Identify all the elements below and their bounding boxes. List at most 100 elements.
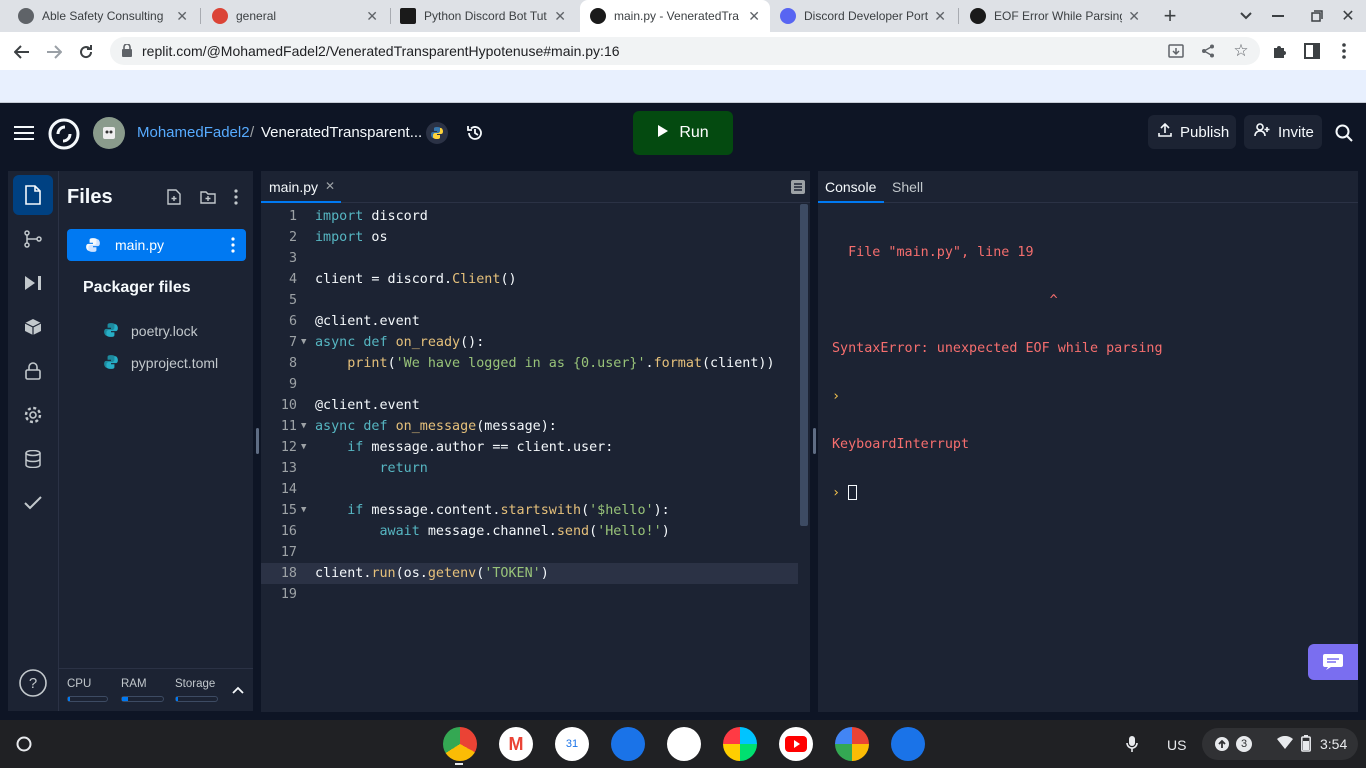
new-file-icon[interactable]	[165, 188, 183, 206]
browser-tab[interactable]: general ✕	[202, 0, 388, 32]
tab-console[interactable]: Console	[818, 171, 884, 203]
run-button[interactable]: Run	[633, 111, 733, 155]
meet-app-icon[interactable]	[667, 727, 701, 761]
console-prompt[interactable]: ›	[832, 485, 1163, 502]
code-line[interactable]: 7 ▼ async def on_ready():	[261, 332, 798, 353]
help-icon[interactable]: ?	[13, 663, 53, 703]
editor-scrollbar[interactable]	[800, 204, 808, 526]
launcher-icon[interactable]	[12, 734, 36, 754]
browser-tab[interactable]: Discord Developer Porta ✕	[770, 0, 956, 32]
code-area[interactable]: 1 import discord 2 import os 3 4 client = disc…	[261, 206, 801, 606]
browser-menu-icon[interactable]	[1334, 41, 1354, 61]
gmail-app-icon[interactable]: M	[499, 727, 533, 761]
files-app-icon[interactable]	[611, 727, 645, 761]
close-icon[interactable]: ✕	[325, 179, 335, 193]
back-icon[interactable]	[10, 40, 34, 64]
files-menu-icon[interactable]	[227, 188, 245, 206]
database-icon[interactable]	[13, 439, 53, 479]
fold-arrow-icon[interactable]: ▼	[301, 416, 306, 437]
hamburger-menu-icon[interactable]	[12, 123, 36, 143]
photos-app-icon[interactable]	[835, 727, 869, 761]
minimize-icon[interactable]	[1268, 6, 1288, 26]
history-icon[interactable]	[464, 122, 486, 144]
code-line[interactable]: 5	[261, 290, 798, 311]
share-icon[interactable]	[1198, 41, 1218, 61]
code-line[interactable]: 18 client.run(os.getenv('TOKEN')	[261, 563, 798, 584]
code-line[interactable]: 17	[261, 542, 798, 563]
invite-button[interactable]: Invite	[1244, 115, 1322, 149]
packages-icon[interactable]	[13, 307, 53, 347]
tab-shell[interactable]: Shell	[884, 171, 934, 203]
install-app-icon[interactable]	[1166, 41, 1186, 61]
editor-tab-main-py[interactable]: main.py ✕	[261, 171, 341, 203]
close-icon[interactable]: ✕	[366, 8, 378, 25]
extensions-icon[interactable]	[1270, 41, 1290, 61]
calendar-app-icon[interactable]: 31	[555, 727, 589, 761]
code-line[interactable]: 11 ▼ async def on_message(message):	[261, 416, 798, 437]
code-line[interactable]: 1 import discord	[261, 206, 798, 227]
new-tab-button[interactable]: +	[1158, 3, 1182, 28]
chevron-up-icon[interactable]	[231, 683, 245, 697]
search-icon[interactable]	[1334, 123, 1354, 143]
file-menu-icon[interactable]	[231, 237, 235, 258]
file-item-main-py[interactable]: main.py	[67, 229, 246, 261]
code-line[interactable]: 16 await message.channel.send('Hello!')	[261, 521, 798, 542]
debugger-icon[interactable]	[13, 263, 53, 303]
code-line[interactable]: 15 ▼ if message.content.startswith('$hell…	[261, 500, 798, 521]
ime-indicator[interactable]: US	[1167, 737, 1186, 753]
browser-tab-active[interactable]: main.py - VeneratedTra ✕	[580, 0, 770, 32]
panel-resize-handle[interactable]	[813, 428, 816, 454]
close-icon[interactable]: ✕	[1128, 8, 1140, 25]
bookmark-star-icon[interactable]: ☆	[1230, 40, 1252, 62]
replit-logo-icon[interactable]	[47, 117, 81, 151]
close-icon[interactable]: ✕	[176, 8, 188, 25]
code-line[interactable]: 10 @client.event	[261, 395, 798, 416]
side-panel-icon[interactable]	[1302, 41, 1322, 61]
chrome-app-icon[interactable]	[443, 727, 477, 761]
code-line[interactable]: 4 client = discord.Client()	[261, 269, 798, 290]
restore-icon[interactable]	[1307, 6, 1327, 26]
file-item-poetry-lock[interactable]: poetry.lock	[67, 319, 246, 343]
code-line[interactable]: 14	[261, 479, 798, 500]
code-line[interactable]: 2 import os	[261, 227, 798, 248]
publish-button[interactable]: Publish	[1148, 115, 1236, 149]
youtube-app-icon[interactable]	[779, 727, 813, 761]
reload-icon[interactable]	[74, 40, 98, 64]
play-store-app-icon[interactable]	[723, 727, 757, 761]
editor-settings-icon[interactable]	[790, 179, 806, 195]
browser-tab[interactable]: EOF Error While Parsing ✕	[960, 0, 1150, 32]
unit-tests-check-icon[interactable]	[13, 483, 53, 523]
code-line[interactable]: 6 @client.event	[261, 311, 798, 332]
tab-search-icon[interactable]	[1236, 6, 1256, 26]
code-line[interactable]: 8 print('We have logged in as {0.user}'.…	[261, 353, 798, 374]
settings-gear-icon[interactable]	[13, 395, 53, 435]
close-window-icon[interactable]: ✕	[1338, 6, 1358, 26]
close-icon[interactable]: ✕	[748, 8, 760, 25]
secrets-lock-icon[interactable]	[13, 351, 53, 391]
status-tray[interactable]: 3 3:54	[1202, 728, 1358, 760]
username-link[interactable]: MohamedFadel2	[137, 124, 250, 141]
close-icon[interactable]: ✕	[934, 8, 946, 25]
close-icon[interactable]: ✕	[554, 8, 566, 25]
avatar[interactable]	[93, 117, 125, 149]
messages-app-icon[interactable]	[891, 727, 925, 761]
code-line[interactable]: 12 ▼ if message.author == client.user:	[261, 437, 798, 458]
fold-arrow-icon[interactable]: ▼	[301, 332, 306, 353]
microphone-icon[interactable]	[1122, 734, 1142, 754]
repl-name[interactable]: VeneratedTransparent...	[261, 124, 422, 141]
code-line[interactable]: 19	[261, 584, 798, 605]
fold-arrow-icon[interactable]: ▼	[301, 437, 306, 458]
fold-arrow-icon[interactable]: ▼	[301, 500, 306, 521]
browser-tab[interactable]: Python Discord Bot Tut ✕	[390, 0, 576, 32]
code-line[interactable]: 3	[261, 248, 798, 269]
url-field[interactable]: replit.com/@MohamedFadel2/VeneratedTrans…	[110, 37, 1260, 65]
code-line[interactable]: 13 return	[261, 458, 798, 479]
console-output[interactable]: File "main.py", line 19 ^ SyntaxError: u…	[832, 213, 1163, 534]
panel-resize-handle[interactable]	[256, 428, 259, 454]
files-tool-icon[interactable]	[13, 175, 53, 215]
forward-icon[interactable]	[42, 40, 66, 64]
file-item-pyproject-toml[interactable]: pyproject.toml	[67, 351, 246, 375]
code-line[interactable]: 9	[261, 374, 798, 395]
new-folder-icon[interactable]	[199, 188, 217, 206]
browser-tab[interactable]: Able Safety Consulting ✕	[8, 0, 198, 32]
